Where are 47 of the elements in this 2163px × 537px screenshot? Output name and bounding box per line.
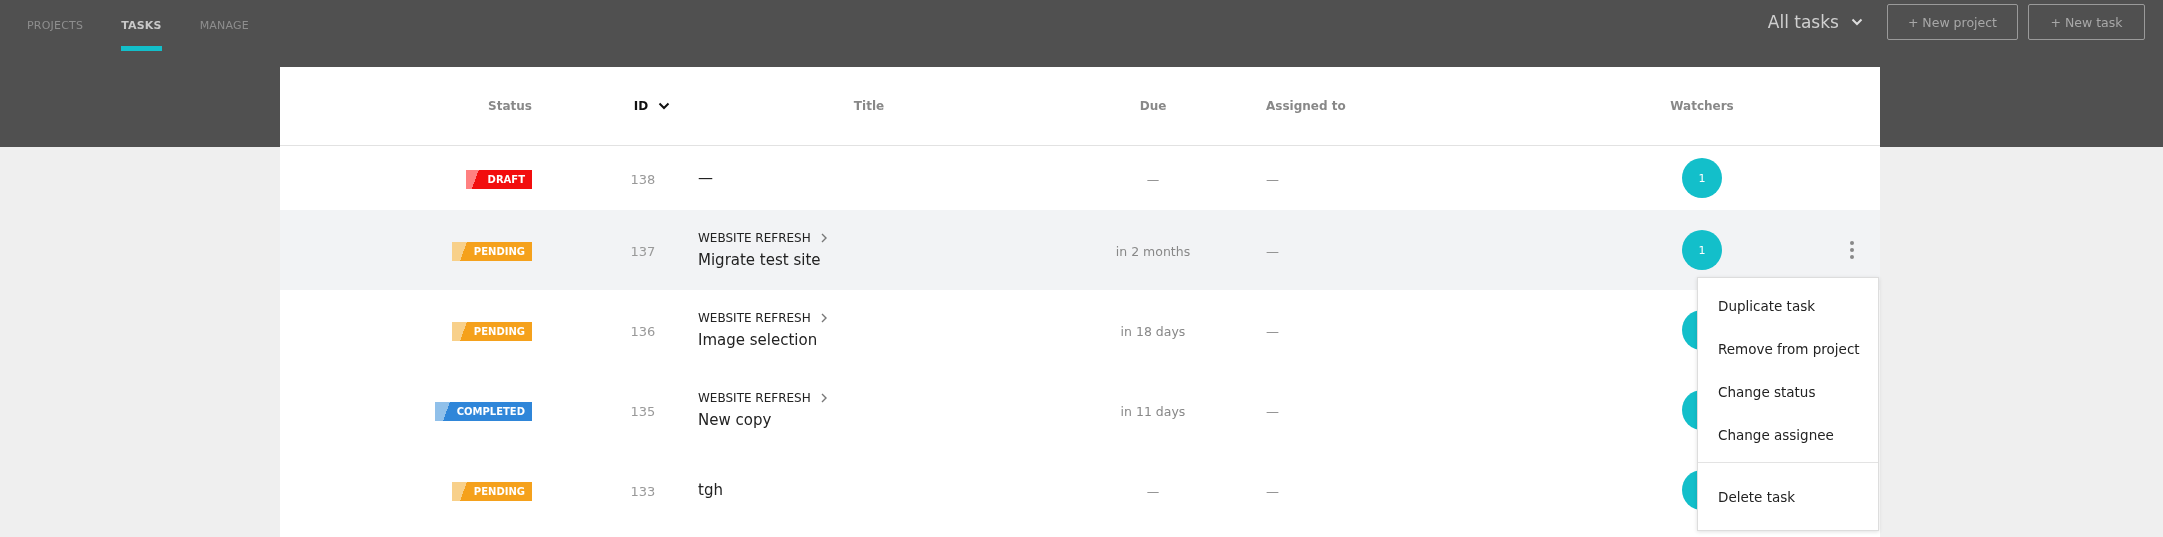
due-date: in 11 days (1120, 403, 1186, 419)
column-header[interactable]: ID (633, 99, 649, 113)
status-badge: PENDING (451, 321, 532, 341)
due-date: in 18 days (1120, 323, 1186, 339)
column-header: Status (488, 99, 532, 113)
project-link[interactable]: WEBSITE REFRESH (698, 391, 811, 405)
nav-tab[interactable]: TASKS (121, 19, 162, 51)
status-badge: DRAFT (465, 169, 532, 189)
due-date: — (1146, 483, 1160, 499)
task-title: Image selection (698, 331, 819, 349)
chevron-right-icon (820, 313, 827, 323)
assignee: — (1266, 323, 1279, 339)
assignee: — (1266, 243, 1279, 259)
filter-dropdown[interactable]: All tasks (1767, 12, 1863, 32)
task-id: 138 (630, 171, 656, 187)
menu-item[interactable]: Change status (1698, 370, 1878, 413)
column-header: Title (853, 99, 885, 113)
assignee: — (1266, 483, 1279, 499)
task-title: tgh (698, 481, 724, 499)
task-title: — (698, 169, 714, 187)
menu-item[interactable]: Change assignee (1698, 413, 1878, 456)
chevron-right-icon (820, 393, 827, 403)
task-id: 136 (630, 323, 656, 339)
status-badge: PENDING (451, 481, 532, 501)
task-id: 133 (630, 483, 656, 499)
assignee: — (1266, 171, 1279, 187)
chevron-down-icon[interactable] (658, 102, 671, 110)
menu-item[interactable]: Delete task (1698, 475, 1878, 518)
assignee: — (1266, 403, 1279, 419)
chevron-right-icon (820, 233, 827, 243)
column-header: Due (1139, 99, 1167, 113)
chevron-down-icon (1850, 18, 1863, 26)
status-badge: COMPLETED (434, 401, 532, 421)
due-date: in 2 months (1115, 243, 1191, 259)
project-link[interactable]: WEBSITE REFRESH (698, 231, 811, 245)
task-id: 135 (630, 403, 656, 419)
status-badge: PENDING (451, 241, 532, 261)
task-title: New copy (698, 411, 773, 429)
task-id: 137 (630, 243, 656, 259)
column-header: Watchers (1670, 99, 1734, 113)
more-icon[interactable] (1849, 240, 1855, 260)
task-title: Migrate test site (698, 251, 822, 269)
project-link[interactable]: WEBSITE REFRESH (698, 311, 811, 325)
column-header: Assigned to (1266, 99, 1346, 113)
menu-item[interactable]: Duplicate task (1698, 284, 1878, 327)
due-date: — (1146, 171, 1160, 187)
menu-item[interactable]: Remove from project (1698, 327, 1878, 370)
